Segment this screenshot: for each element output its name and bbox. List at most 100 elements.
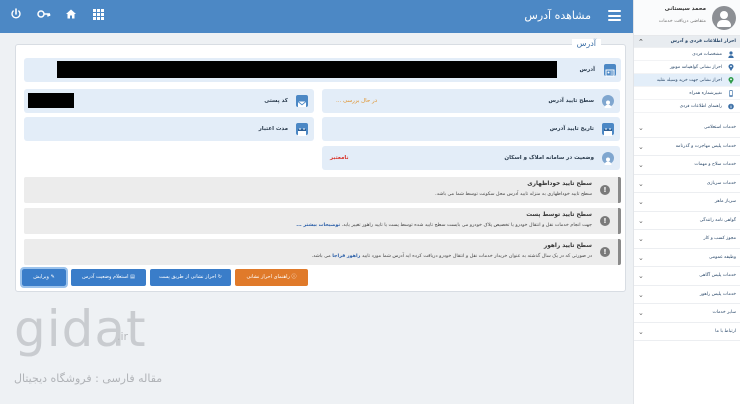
- sidebar-group-label: احراز اطلاعات فردی و آدرس: [670, 39, 736, 44]
- sidebar-item-personal-info-guide[interactable]: راهنمای اطلاعات فردی: [634, 100, 740, 113]
- alert-text: جهت انجام خدمات نقل و انتقال خودرو یا تخ…: [341, 223, 592, 228]
- address-level-value: در حال بررسی ...: [336, 98, 378, 104]
- user-role: متقاضی دریافت خدمات: [658, 19, 706, 24]
- user-name: محمد سیستانی: [664, 6, 706, 12]
- alert-self-declaration: ! سطح تایید خوداظهاری سطح تایید خوداظهار…: [24, 177, 621, 203]
- checklist-icon: ▤: [130, 274, 135, 280]
- sidebar-item-personal-info[interactable]: مشخصات فردی: [634, 48, 740, 61]
- address-value-redacted: [57, 61, 557, 78]
- address-field: آدرس: [24, 58, 621, 82]
- alert-title: سطح تایید راهور: [543, 243, 592, 249]
- sidebar-item-detective-police[interactable]: خدمات پلیس آگاهی ⌄: [634, 267, 740, 286]
- sidebar: محمد سیستانی متقاضی دریافت خدمات احراز ا…: [633, 0, 740, 404]
- registry-status-label: وضعیت در سامانه املاک و اسکان: [504, 155, 594, 161]
- chevron-down-icon: ⌄: [638, 179, 644, 188]
- sidebar-item-change-phone[interactable]: تغییرشماره همراه: [634, 87, 740, 100]
- sidebar-item-military-services[interactable]: خدمات سربازی ⌄: [634, 175, 740, 193]
- chevron-down-icon: ⌄: [638, 142, 644, 151]
- validity-label: مدت اعتبار: [258, 126, 288, 132]
- sidebar-group-identity-address[interactable]: احراز اطلاعات فردی و آدرس ⌃: [634, 36, 740, 48]
- exclamation-icon: !: [600, 247, 610, 257]
- button-label: احراز نشانی از طریق پست: [159, 274, 217, 280]
- postal-code-label: کد پستی: [264, 98, 288, 104]
- sidebar-item-label: احراز نشانی گواهینامه موتور: [669, 65, 722, 70]
- home-icon[interactable]: [63, 8, 79, 24]
- question-icon: ⓘ: [291, 274, 297, 280]
- validity-field: مدت اعتبار: [24, 117, 314, 141]
- panel-legend: آدرس: [571, 39, 601, 48]
- sidebar-item-weapons-ammo[interactable]: خدمات سلاح و مهمات ⌄: [634, 156, 740, 175]
- sidebar-item-general-duty[interactable]: وظیفه عمومی ⌄: [634, 249, 740, 267]
- edit-button[interactable]: ✎ ویرایش: [20, 267, 68, 288]
- pencil-icon: ✎: [50, 274, 55, 280]
- registry-status-value: نامعتبر: [330, 155, 349, 161]
- sidebar-item-label: خدمات سلاح و مهمات: [694, 162, 736, 167]
- sidebar-item-contact-us[interactable]: ارتباط با ما ⌄: [634, 323, 740, 341]
- sidebar-item-immigration-passport[interactable]: خدمات پلیس مهاجرت و گذرنامه ⌄: [634, 138, 740, 156]
- alert-text-wrap: در صورتی که در یک سال گذشته به عنوان خری…: [312, 254, 592, 259]
- post-verify-button[interactable]: ↻ احراز نشانی از طریق پست: [150, 269, 231, 286]
- traffic-police-link[interactable]: راهور فراجا: [332, 254, 360, 259]
- info-icon: [728, 103, 734, 110]
- chevron-down-icon: ⌄: [638, 235, 644, 243]
- alert-text-wrap: جهت انجام خدمات نقل و انتقال خودرو یا تخ…: [296, 223, 592, 228]
- chevron-down-icon: ⌄: [638, 272, 644, 280]
- postal-code-value-redacted: [28, 93, 74, 108]
- alert-post-verification: ! سطح تایید توسط پست جهت انجام خدمات نقل…: [24, 208, 621, 234]
- address-panel: آدرس آدرس سطح تایید آدرس در حال بررسی ..…: [15, 39, 626, 292]
- calendar-icon: [296, 123, 308, 136]
- sidebar-item-driving-license[interactable]: گواهی نامه رانندگی ⌄: [634, 212, 740, 230]
- user-circle-icon: [602, 152, 614, 165]
- power-icon[interactable]: [8, 8, 24, 24]
- exclamation-icon: !: [600, 216, 610, 226]
- user-profile[interactable]: محمد سیستانی متقاضی دریافت خدمات: [634, 0, 740, 36]
- grid-icon[interactable]: [90, 8, 106, 24]
- watermark-tld: .ir: [117, 330, 129, 343]
- sidebar-item-label: مشخصات فردی: [692, 52, 722, 57]
- address-level-label: سطح تایید آدرس: [548, 98, 594, 104]
- address-label: آدرس: [579, 67, 595, 73]
- alert-text: سطح تایید خوداظهاری به منزله تایید آدرس …: [435, 192, 592, 197]
- sidebar-item-business-license[interactable]: مجوز کسب و کار ⌄: [634, 230, 740, 249]
- address-level-field: سطح تایید آدرس در حال بررسی ...: [322, 89, 620, 113]
- alert-traffic-police-verification: ! سطح تایید راهور در صورتی که در یک سال …: [24, 239, 621, 265]
- address-inquiry-button[interactable]: ▤ استعلام وضعیت آدرس: [71, 269, 146, 286]
- user-circle-icon: [602, 95, 614, 108]
- page-title: مشاهده آدرس: [524, 9, 591, 22]
- refresh-icon: ↻: [217, 274, 222, 280]
- address-card-icon: [604, 64, 616, 77]
- chevron-down-icon: ⌄: [638, 198, 644, 206]
- sidebar-item-label: خدمات سربازی: [706, 180, 736, 186]
- more-info-link[interactable]: توضیحات بیشتر ...: [296, 223, 340, 228]
- sidebar-item-other-services[interactable]: سایر خدمات ⌄: [634, 304, 740, 323]
- user-icon: [728, 51, 734, 58]
- location-icon: [728, 77, 734, 84]
- watermark-logo: gidat: [14, 300, 147, 358]
- sidebar-item-label: ارتباط با ما: [715, 328, 736, 334]
- chevron-down-icon: ⌄: [638, 290, 644, 299]
- alert-text: در صورتی که در یک سال گذشته به عنوان خری…: [361, 254, 592, 259]
- address-guide-button[interactable]: ⓘ راهنمای احراز نشانی: [235, 269, 308, 286]
- sidebar-item-traffic-police[interactable]: خدمات پلیس راهور ⌄: [634, 286, 740, 304]
- top-bar: مشاهده آدرس: [0, 0, 633, 33]
- exclamation-icon: !: [600, 185, 610, 195]
- sidebar-item-label: خدمات پلیس راهور: [699, 291, 736, 297]
- sidebar-item-label: خدمات استعلامی: [704, 125, 736, 130]
- key-icon[interactable]: [36, 8, 52, 24]
- alert-title: سطح تایید توسط پست: [526, 212, 592, 218]
- button-label: ویرایش: [33, 274, 49, 280]
- sidebar-item-skilled-soldier[interactable]: سرباز ماهر ⌄: [634, 193, 740, 212]
- sidebar-item-vehicle-purchase-address[interactable]: احراز نشانی جهت خرید وسیله نقلیه: [634, 74, 740, 87]
- menu-icon[interactable]: [608, 10, 621, 21]
- avatar: [712, 6, 736, 30]
- calendar-icon: [602, 123, 614, 136]
- sidebar-item-inquiry-services[interactable]: خدمات استعلامی ⌄: [634, 119, 740, 138]
- postal-code-field: کد پستی: [24, 89, 314, 113]
- chevron-down-icon: ⌄: [638, 161, 644, 169]
- address-date-label: تاریخ تایید آدرس: [549, 126, 594, 132]
- sidebar-item-label: خدمات پلیس مهاجرت و گذرنامه: [675, 143, 736, 149]
- sidebar-item-motorcycle-license-address[interactable]: احراز نشانی گواهینامه موتور: [634, 61, 740, 74]
- sidebar-item-label: سرباز ماهر: [714, 199, 736, 204]
- sidebar-item-label: مجوز کسب و کار: [703, 236, 736, 241]
- address-date-field: تاریخ تایید آدرس: [322, 117, 620, 141]
